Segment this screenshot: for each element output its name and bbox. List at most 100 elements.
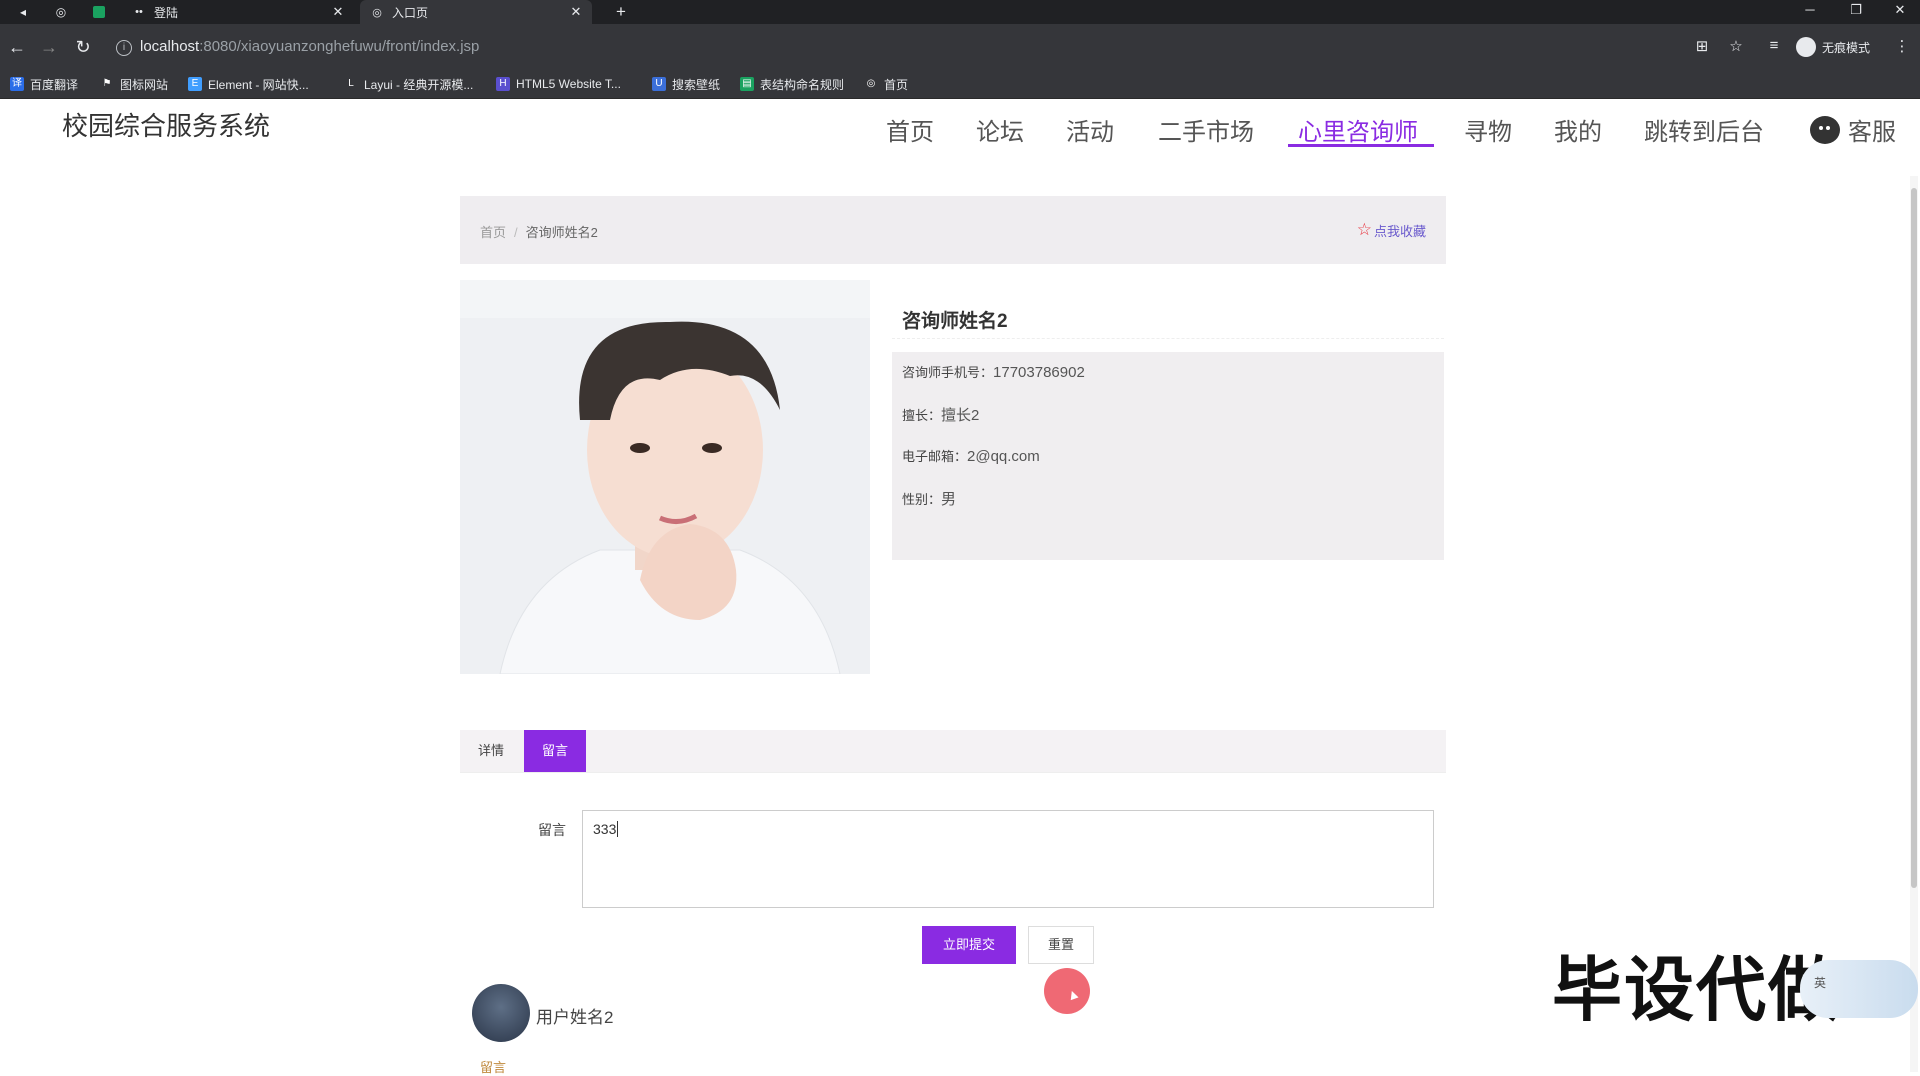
bookmark-item[interactable]: ▤ 表结构命名规则 — [740, 76, 844, 92]
bookmark-label: Layui - 经典开源模... — [364, 77, 474, 92]
incognito-indicator[interactable]: 无痕模式 — [1796, 36, 1870, 58]
star-icon: ☆ — [1356, 220, 1372, 239]
bookmark-item[interactable]: U 搜索壁纸 — [652, 76, 720, 92]
detail-tabs: 详情 留言 — [460, 730, 1446, 773]
service-label: 客服 — [1848, 119, 1896, 146]
layui-icon: L — [348, 78, 354, 89]
breadcrumb-current: 咨询师姓名2 — [525, 225, 598, 240]
tab-title: 入口页 — [392, 5, 429, 20]
forward-icon[interactable]: → — [38, 36, 60, 58]
tab-index[interactable]: ◎ 入口页 ✕ — [360, 0, 592, 24]
close-window-icon[interactable]: ✕ — [1880, 0, 1920, 24]
nav-activity[interactable]: 活动 — [1066, 112, 1114, 147]
bookmark-item[interactable]: E Element - 网站快... — [188, 76, 309, 92]
sheet-icon: ▤ — [740, 77, 754, 91]
bookmark-item[interactable]: ◎ 首页 — [864, 76, 908, 92]
close-tab-icon[interactable]: ✕ — [330, 4, 346, 20]
gender-value: 男 — [941, 491, 957, 508]
element-icon: E — [188, 77, 202, 91]
new-tab-icon[interactable]: + — [612, 2, 630, 21]
site-title[interactable]: 校园综合服务系统 — [62, 106, 270, 143]
bookmark-label: 搜索壁纸 — [672, 77, 721, 92]
globe-icon: ◎ — [866, 78, 876, 89]
message-textarea[interactable]: 333 — [582, 810, 1434, 908]
nav-admin[interactable]: 跳转到后台 — [1644, 112, 1764, 147]
tab-details[interactable]: 详情 — [460, 730, 522, 772]
favorite-button[interactable]: ☆ 点我收藏 — [1357, 220, 1426, 240]
nav-active-underline — [1288, 144, 1434, 147]
comment-text: 留言 — [480, 1060, 507, 1075]
minimize-icon[interactable]: ─ — [1790, 0, 1830, 24]
bookmark-star-icon[interactable]: ☆ — [1726, 37, 1746, 55]
bookmark-label: 表结构命名规则 — [760, 77, 845, 92]
ime-label: 英 — [1814, 976, 1827, 990]
bookmark-item[interactable]: 译百度翻译 — [10, 76, 78, 92]
ime-widget[interactable]: 英 — [1800, 960, 1918, 1018]
phone-value: 17703786902 — [993, 364, 1085, 381]
message-label: 留言 — [538, 822, 566, 838]
specialty-row: 擅长：擅长2 — [902, 404, 979, 425]
flag-icon: ⚑ — [102, 78, 112, 89]
globe-icon: ◎ — [372, 6, 382, 19]
close-tab-icon[interactable]: ✕ — [568, 4, 584, 20]
nav-lost-found[interactable]: 寻物 — [1464, 112, 1512, 147]
nav-mine[interactable]: 我的 — [1554, 112, 1602, 147]
comment-user: 用户姓名2 — [536, 1008, 614, 1027]
wechat-icon — [1810, 115, 1840, 144]
message-value: 333 — [593, 821, 617, 837]
bookmark-item[interactable]: L Layui - 经典开源模... — [344, 76, 473, 92]
nav-counselor[interactable]: 心里咨询师 — [1298, 112, 1418, 147]
restore-icon[interactable]: ❐ — [1836, 0, 1876, 24]
translate-icon[interactable]: ⊞ — [1692, 37, 1712, 55]
specialty-label: 擅长： — [902, 408, 942, 423]
info-icon[interactable]: i — [116, 40, 132, 56]
tab-login[interactable]: •• 登陆 ✕ — [122, 0, 354, 24]
bookmark-label: HTML5 Website T... — [516, 77, 621, 91]
bookmark-label: Element - 网站快... — [208, 77, 309, 92]
click-indicator — [1044, 968, 1090, 1014]
tab-message[interactable]: 留言 — [524, 730, 587, 772]
bookmarks-bar: 译百度翻译 ⚑ 图标网站 E Element - 网站快... L Layui - 经… — [0, 70, 1920, 99]
counselor-info: 咨询师手机号：17703786902 擅长：擅长2 电子邮箱：2@qq.com … — [892, 352, 1444, 560]
globe-icon[interactable]: ◎ — [52, 3, 70, 21]
back-icon[interactable]: ← — [6, 36, 28, 58]
bookmark-item[interactable]: ⚑ 图标网站 — [100, 76, 169, 92]
bookmark-item[interactable]: H HTML5 Website T... — [496, 76, 621, 92]
url-bar[interactable]: i localhost:8080/xiaoyuanzonghefuwu/fron… — [110, 31, 1670, 63]
wallpaper-icon: U — [652, 77, 666, 91]
submit-button[interactable]: 立即提交 — [922, 926, 1016, 964]
favorite-label: 点我收藏 — [1373, 223, 1426, 239]
counselor-name-header: 咨询师姓名2 — [892, 296, 1444, 339]
bookmark-label: 首页 — [884, 77, 909, 92]
counselor-name: 咨询师姓名2 — [902, 311, 1008, 332]
reading-list-icon[interactable]: ≡ — [1764, 37, 1784, 54]
menu-icon[interactable]: ⋮ — [1892, 37, 1912, 55]
specialty-value: 擅长2 — [941, 407, 980, 424]
breadcrumb-home[interactable]: 首页 — [480, 225, 506, 240]
email-row: 电子邮箱：2@qq.com — [902, 446, 1040, 465]
phone-label: 咨询师手机号： — [902, 365, 994, 380]
customer-service-link[interactable]: 客服 — [1810, 112, 1896, 147]
browser-tab-strip: ◂ ◎ •• 登陆 ✕ ◎ 入口页 ✕ + ─ ❐ ✕ — [0, 0, 1920, 24]
mute-icon[interactable]: ◂ — [14, 3, 32, 21]
bookmark-label: 图标网站 — [120, 77, 169, 92]
html5-icon: H — [496, 77, 510, 91]
page-scrollbar[interactable] — [1910, 176, 1918, 1072]
incognito-label: 无痕模式 — [1822, 40, 1871, 55]
nav-forum[interactable]: 论坛 — [976, 112, 1024, 147]
url-host: localhost — [140, 38, 200, 55]
breadcrumb-bar: 首页 / 咨询师姓名2 ☆ 点我收藏 — [460, 196, 1446, 264]
counselor-photo — [460, 280, 870, 674]
reload-icon[interactable]: ↻ — [72, 36, 94, 58]
nav-market[interactable]: 二手市场 — [1158, 112, 1254, 147]
breadcrumb-separator: / — [514, 225, 518, 240]
sheet-icon[interactable] — [90, 3, 108, 21]
dots-icon: •• — [135, 6, 143, 18]
translate-bookmark-icon: 译 — [10, 77, 24, 91]
nav-home[interactable]: 首页 — [886, 112, 934, 147]
phone-row: 咨询师手机号：17703786902 — [902, 362, 1085, 381]
reset-button[interactable]: 重置 — [1028, 926, 1094, 964]
scrollbar-thumb[interactable] — [1911, 188, 1917, 888]
breadcrumb: 首页 / 咨询师姓名2 — [480, 222, 598, 241]
incognito-icon — [1796, 37, 1816, 57]
